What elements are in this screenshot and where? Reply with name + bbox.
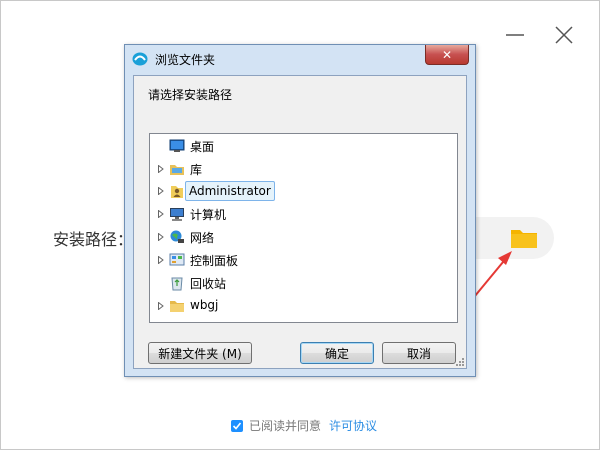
- tree-item-network[interactable]: 网络: [150, 227, 450, 247]
- expand-arrow-icon[interactable]: [158, 165, 164, 173]
- close-icon: ✕: [441, 47, 453, 62]
- browse-folder-button[interactable]: [508, 224, 540, 252]
- dialog-title: 浏览文件夹: [155, 53, 216, 67]
- expand-arrow-icon[interactable]: [158, 302, 164, 310]
- ok-button[interactable]: 确定: [300, 342, 374, 364]
- folder-icon: [511, 230, 537, 248]
- resize-grip-icon[interactable]: [456, 358, 464, 366]
- control-panel-icon: [169, 253, 185, 266]
- license-agreement: 已阅读并同意 许可协议: [231, 417, 377, 434]
- folder-tree[interactable]: 桌面 库 Administrator 计算机 网络 控制面板 回收站 wbgj: [149, 133, 458, 323]
- dialog-prompt: 请选择安装路径: [148, 88, 233, 102]
- tree-item-label: Administrator: [185, 181, 275, 201]
- agree-text: 已阅读并同意: [249, 419, 322, 433]
- desktop-icon: [169, 139, 185, 152]
- tree-item-label: 网络: [190, 231, 215, 245]
- cancel-button[interactable]: 取消: [382, 342, 456, 364]
- dialog-titlebar[interactable]: 浏览文件夹 ✕: [125, 45, 475, 73]
- agree-checkbox[interactable]: [231, 419, 243, 432]
- tree-item-recycle-bin[interactable]: 回收站: [150, 273, 450, 293]
- close-icon[interactable]: [551, 22, 577, 48]
- tree-item-label: 控制面板: [190, 254, 239, 268]
- license-link[interactable]: 许可协议: [329, 417, 377, 434]
- tree-item-label: 库: [190, 163, 203, 177]
- expand-arrow-icon[interactable]: [158, 187, 164, 195]
- computer-icon: [170, 208, 184, 221]
- dialog-body: 请选择安装路径 桌面 库 Administrator 计算机 网络 控制面板 回…: [133, 75, 467, 369]
- dialog-close-button[interactable]: ✕: [425, 45, 469, 65]
- tree-item-label: 桌面: [190, 140, 215, 154]
- recycle-bin-icon: [171, 277, 183, 291]
- expand-arrow-icon[interactable]: [158, 256, 164, 264]
- folder-icon: [170, 301, 184, 312]
- tree-item-control-panel[interactable]: 控制面板: [150, 250, 450, 270]
- tree-item-label: 计算机: [190, 208, 227, 222]
- network-icon: [170, 230, 184, 243]
- user-folder-icon: [171, 186, 183, 198]
- tree-item-desktop[interactable]: 桌面: [150, 136, 450, 156]
- tree-item-administrator[interactable]: Administrator: [150, 181, 450, 201]
- new-folder-button[interactable]: 新建文件夹 (M): [148, 342, 252, 364]
- tree-item-library[interactable]: 库: [150, 159, 450, 179]
- install-path-label: 安装路径：: [53, 230, 134, 249]
- tree-item-wbgj[interactable]: wbgj: [150, 296, 450, 316]
- tree-item-label: wbgj: [190, 298, 219, 312]
- expand-arrow-icon[interactable]: [158, 233, 164, 241]
- app-icon: [132, 52, 148, 66]
- library-icon: [170, 165, 184, 175]
- expand-arrow-icon[interactable]: [158, 210, 164, 218]
- browse-folder-dialog: 浏览文件夹 ✕ 请选择安装路径 桌面 库 Administrator 计算机 网…: [124, 44, 476, 377]
- tree-item-label: 回收站: [190, 277, 227, 291]
- tree-item-computer[interactable]: 计算机: [150, 204, 450, 224]
- minimize-icon[interactable]: [502, 22, 528, 48]
